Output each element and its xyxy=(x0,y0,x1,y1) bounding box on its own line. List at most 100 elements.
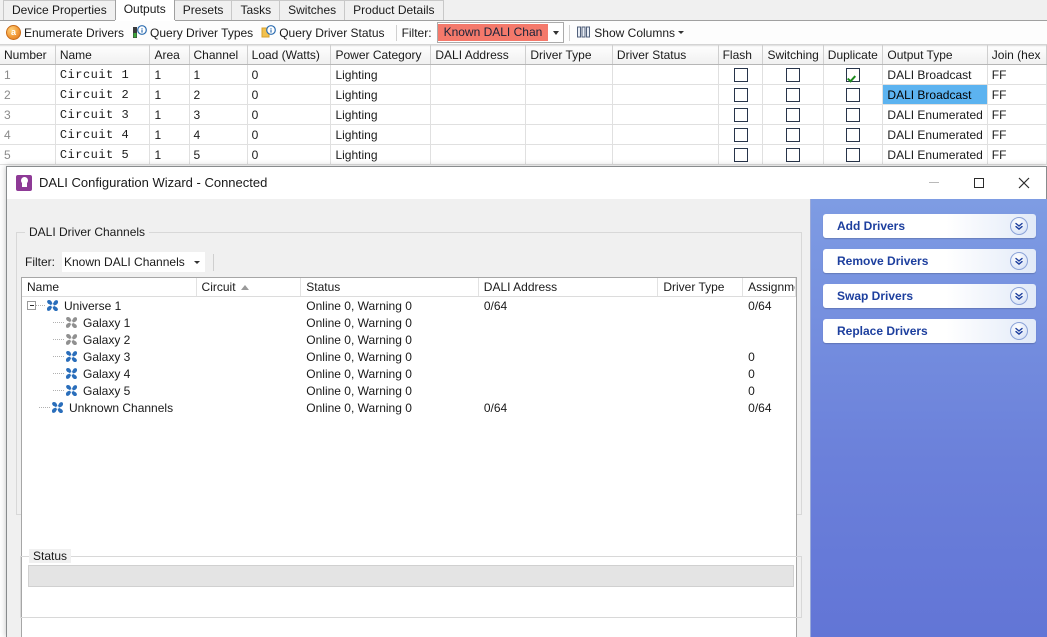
tree-cell-name[interactable]: Unknown Channels xyxy=(22,400,197,415)
table-row[interactable]: 1Circuit 1110LightingDALI BroadcastFF xyxy=(0,65,1047,85)
toolbar-filter-combo[interactable]: Known DALI Chan xyxy=(437,22,565,43)
cell-flash[interactable] xyxy=(718,125,763,145)
tab-outputs[interactable]: Outputs xyxy=(115,0,175,20)
column-header-load-watts[interactable]: Load (Watts) xyxy=(247,46,331,65)
cell-load[interactable]: 0 xyxy=(247,145,331,165)
cell-dali-address[interactable] xyxy=(431,145,526,165)
column-header-number[interactable]: Number xyxy=(0,46,55,65)
cell-driver-type[interactable] xyxy=(526,125,613,145)
column-header-area[interactable]: Area xyxy=(150,46,189,65)
query-driver-types-button[interactable]: Query Driver Types xyxy=(130,22,259,44)
help-section-add-drivers[interactable]: Add Drivers xyxy=(823,214,1036,238)
table-row[interactable]: 5Circuit 5150LightingDALI EnumeratedFF xyxy=(0,145,1047,165)
cell-driver-status[interactable] xyxy=(612,125,718,145)
tree-row[interactable]: Galaxy 1 Online 0, Warning 0 xyxy=(22,314,796,331)
tree-cell-status[interactable]: Online 0, Warning 0 xyxy=(301,401,479,415)
tree-cell-status[interactable]: Online 0, Warning 0 xyxy=(301,299,479,313)
chevron-double-down-icon[interactable] xyxy=(1010,252,1028,270)
cell-flash[interactable] xyxy=(718,65,763,85)
cell-output-type[interactable]: DALI Broadcast xyxy=(883,85,987,105)
flash-checkbox[interactable] xyxy=(734,108,748,122)
cell-load[interactable]: 0 xyxy=(247,105,331,125)
tree-row[interactable]: Universe 1Online 0, Warning 00/640/64 xyxy=(22,297,796,314)
show-columns-button[interactable]: Show Columns xyxy=(575,22,690,44)
cell-dali-address[interactable] xyxy=(431,85,526,105)
dialog-filter-combo[interactable]: Known DALI Channels xyxy=(61,251,206,273)
cell-channel[interactable]: 5 xyxy=(189,145,247,165)
tree-cell-status[interactable]: Online 0, Warning 0 xyxy=(301,333,479,347)
cell-power-category[interactable]: Lighting xyxy=(331,125,431,145)
cell-driver-status[interactable] xyxy=(612,65,718,85)
cell-load[interactable]: 0 xyxy=(247,125,331,145)
cell-dali-address[interactable] xyxy=(431,105,526,125)
cell-output-type[interactable]: DALI Enumerated xyxy=(883,105,987,125)
cell-join[interactable]: FF xyxy=(987,65,1046,85)
tree-column-header-dali-address[interactable]: DALI Address xyxy=(479,278,659,296)
tree-cell-name[interactable]: Galaxy 3 xyxy=(22,349,197,364)
cell-number[interactable]: 4 xyxy=(0,125,55,145)
cell-switching[interactable] xyxy=(763,105,823,125)
tab-presets[interactable]: Presets xyxy=(174,0,233,20)
help-section-remove-drivers[interactable]: Remove Drivers xyxy=(823,249,1036,273)
switching-checkbox[interactable] xyxy=(786,88,800,102)
tab-tasks[interactable]: Tasks xyxy=(231,0,280,20)
tree-cell-assignment[interactable]: 0/64 xyxy=(743,299,796,313)
column-header-switching[interactable]: Switching xyxy=(763,46,823,65)
cell-join[interactable]: FF xyxy=(987,125,1046,145)
flash-checkbox[interactable] xyxy=(734,128,748,142)
cell-load[interactable]: 0 xyxy=(247,85,331,105)
tree-column-header-driver-type[interactable]: Driver Type xyxy=(658,278,743,296)
cell-channel[interactable]: 3 xyxy=(189,105,247,125)
cell-output-type[interactable]: DALI Enumerated xyxy=(883,145,987,165)
tab-device-properties[interactable]: Device Properties xyxy=(3,0,116,20)
cell-join[interactable]: FF xyxy=(987,145,1046,165)
maximize-icon[interactable] xyxy=(956,168,1001,198)
tree-cell-assignment[interactable]: 0 xyxy=(743,384,796,398)
tab-product-details[interactable]: Product Details xyxy=(344,0,443,20)
tree-cell-status[interactable]: Online 0, Warning 0 xyxy=(301,316,479,330)
help-section-replace-drivers[interactable]: Replace Drivers xyxy=(823,319,1036,343)
cell-name[interactable]: Circuit 5 xyxy=(55,145,150,165)
tree-cell-name[interactable]: Galaxy 1 xyxy=(22,315,197,330)
switching-checkbox[interactable] xyxy=(786,128,800,142)
flash-checkbox[interactable] xyxy=(734,148,748,162)
tree-cell-status[interactable]: Online 0, Warning 0 xyxy=(301,367,479,381)
cell-power-category[interactable]: Lighting xyxy=(331,105,431,125)
cell-switching[interactable] xyxy=(763,65,823,85)
duplicate-checkbox[interactable] xyxy=(846,88,860,102)
tree-row[interactable]: Galaxy 5Online 0, Warning 00 xyxy=(22,382,796,399)
close-icon[interactable] xyxy=(1001,168,1046,198)
tree-row[interactable]: Galaxy 3Online 0, Warning 00 xyxy=(22,348,796,365)
cell-join[interactable]: FF xyxy=(987,85,1046,105)
query-driver-status-button[interactable]: Query Driver Status xyxy=(259,22,390,44)
table-row[interactable]: 3Circuit 3130LightingDALI EnumeratedFF xyxy=(0,105,1047,125)
tree-cell-status[interactable]: Online 0, Warning 0 xyxy=(301,384,479,398)
cell-driver-type[interactable] xyxy=(526,85,613,105)
cell-duplicate[interactable] xyxy=(823,85,883,105)
cell-power-category[interactable]: Lighting xyxy=(331,85,431,105)
column-header-flash[interactable]: Flash xyxy=(718,46,763,65)
cell-area[interactable]: 1 xyxy=(150,125,189,145)
tree-cell-assignment[interactable]: 0/64 xyxy=(743,401,796,415)
cell-name[interactable]: Circuit 3 xyxy=(55,105,150,125)
cell-load[interactable]: 0 xyxy=(247,65,331,85)
toolbar-filter-dropdown-arrow[interactable] xyxy=(548,24,563,41)
column-header-output-type[interactable]: Output Type xyxy=(883,46,987,65)
cell-name[interactable]: Circuit 4 xyxy=(55,125,150,145)
tree-cell-dali-address[interactable]: 0/64 xyxy=(479,299,659,313)
column-header-duplicate[interactable]: Duplicate xyxy=(823,46,883,65)
cell-output-type[interactable]: DALI Broadcast xyxy=(883,65,987,85)
tree-cell-dali-address[interactable]: 0/64 xyxy=(479,401,659,415)
tree-row[interactable]: Galaxy 4Online 0, Warning 00 xyxy=(22,365,796,382)
cell-driver-status[interactable] xyxy=(612,145,718,165)
cell-power-category[interactable]: Lighting xyxy=(331,145,431,165)
cell-name[interactable]: Circuit 2 xyxy=(55,85,150,105)
chevron-double-down-icon[interactable] xyxy=(1010,287,1028,305)
cell-channel[interactable]: 1 xyxy=(189,65,247,85)
dialog-filter-dropdown-arrow[interactable] xyxy=(189,261,205,264)
tree-collapse-toggle[interactable] xyxy=(27,301,36,310)
cell-driver-status[interactable] xyxy=(612,85,718,105)
cell-driver-type[interactable] xyxy=(526,65,613,85)
tree-cell-assignment[interactable]: 0 xyxy=(743,367,796,381)
cell-duplicate[interactable] xyxy=(823,125,883,145)
